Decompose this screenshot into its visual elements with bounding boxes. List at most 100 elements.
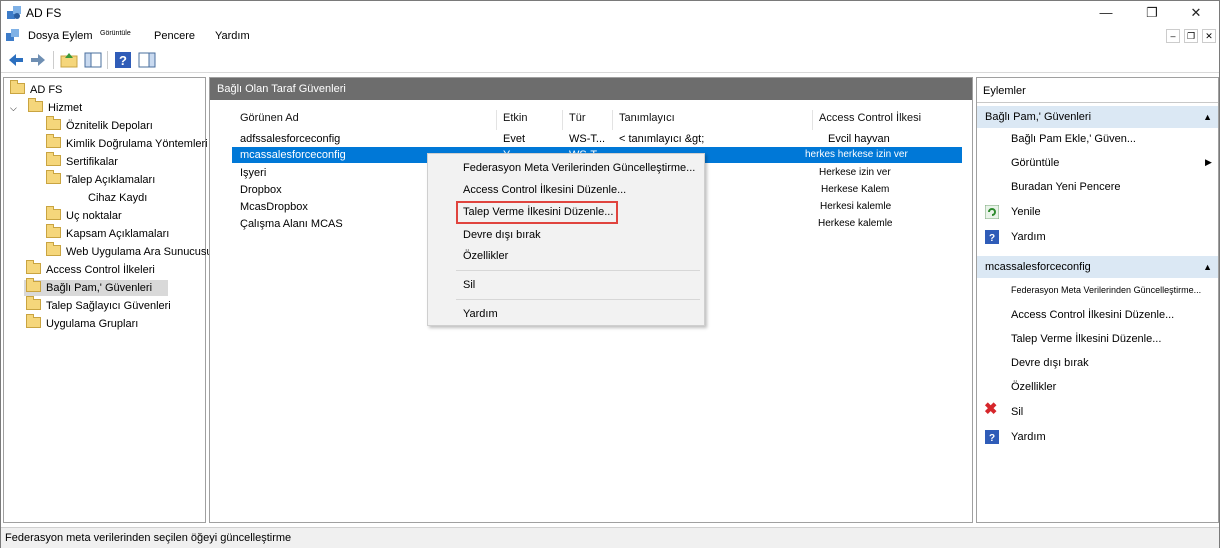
table-row[interactable]: adfssalesforceconfig Evet WS-T... < tanı… (232, 131, 962, 147)
action-view[interactable]: Görüntüle (1011, 157, 1059, 169)
menu-window[interactable]: Pencere (154, 30, 195, 42)
tree-item-app-groups[interactable]: Uygulama Grupları (26, 314, 138, 332)
tree-item-cp-trusts[interactable]: Talep Sağlayıcı Güvenleri (26, 296, 171, 314)
tree-label: Web Uygulama Ara Sunucusu (66, 246, 213, 258)
ctx-disable[interactable]: Devre dışı bırak (463, 229, 541, 241)
forward-arrow-icon[interactable] (28, 50, 48, 70)
menu-view[interactable]: Görüntüle (100, 30, 131, 37)
tree-item-service[interactable]: ⌵ Hizmet (10, 98, 82, 116)
up-folder-icon[interactable] (59, 50, 79, 70)
mdi-restore-icon[interactable]: ❐ (1184, 29, 1198, 43)
action-delete[interactable]: Sil (1011, 406, 1023, 418)
cell-policy: Herkese izin ver (819, 167, 891, 178)
status-text: Federasyon meta verilerinden seçilen öğe… (5, 532, 292, 544)
action-new-window[interactable]: Buradan Yeni Pencere (1011, 181, 1120, 193)
show-hide-tree-icon[interactable] (83, 50, 103, 70)
ctx-update-federation[interactable]: Federasyon Meta Verilerinden Güncelleşti… (463, 162, 695, 174)
tree-item-claim-descriptions[interactable]: Talep Açıklamaları (46, 170, 155, 188)
tree-item-rp-trusts[interactable]: Bağlı Pam,' Güvenleri (24, 278, 168, 296)
column-display-name[interactable]: Görünen Ad (240, 112, 299, 124)
action-properties[interactable]: Özellikler (1011, 381, 1056, 393)
column-type[interactable]: Tür (569, 112, 586, 124)
folder-icon (46, 116, 61, 130)
close-button[interactable]: ✕ (1173, 1, 1219, 25)
ctx-properties[interactable]: Özellikler (463, 250, 508, 262)
action-help[interactable]: Yardım (1011, 231, 1046, 243)
column-enabled[interactable]: Etkin (503, 112, 527, 124)
folder-icon (46, 134, 61, 148)
help-icon: ? (985, 230, 999, 244)
tree-item-adfs[interactable]: AD FS (10, 80, 62, 98)
chevron-down-icon[interactable]: ⌵ (10, 100, 22, 116)
tree-label: Uç noktalar (66, 210, 122, 222)
action-update-federation[interactable]: Federasyon Meta Verilerinden Güncelleşti… (1011, 285, 1201, 295)
actions-section-selected[interactable]: mcassalesforceconfig ▲ (977, 256, 1218, 278)
tree-item-scope-descriptions[interactable]: Kapsam Açıklamaları (46, 224, 170, 242)
ctx-edit-access-control[interactable]: Access Control İlkesini Düzenle... (463, 184, 626, 196)
column-policy[interactable]: Access Control İlkesi (819, 112, 921, 124)
folder-icon (26, 260, 41, 274)
mdi-close-icon[interactable]: ✕ (1202, 29, 1216, 43)
cell-identifier: < tanımlayıcı &gt; (619, 133, 705, 145)
ctx-delete[interactable]: Sil (463, 279, 475, 291)
help-icon[interactable]: ? (113, 50, 133, 70)
actions-section-rp-trusts[interactable]: Bağlı Pam,' Güvenleri ▲ (977, 106, 1218, 128)
action-edit-access-control[interactable]: Access Control İlkesini Düzenle... (1011, 309, 1174, 321)
window-title: AD FS (26, 6, 62, 20)
action-help[interactable]: Yardım (1011, 431, 1046, 443)
column-separator (562, 110, 563, 130)
action-disable[interactable]: Devre dışı bırak (1011, 357, 1089, 369)
tree-label: Talep Sağlayıcı Güvenleri (46, 300, 171, 312)
tree-item-certificates[interactable]: Sertifikalar (46, 152, 118, 170)
tree-label: Kapsam Açıklamaları (66, 228, 170, 240)
ctx-help[interactable]: Yardım (463, 308, 498, 320)
collapse-up-icon[interactable]: ▲ (1203, 106, 1212, 128)
delete-x-icon: ✖ (984, 401, 998, 418)
refresh-icon (985, 205, 999, 219)
console-tree: AD FS ⌵ Hizmet Öznitelik Depoları Kimlik … (3, 77, 213, 523)
action-refresh[interactable]: Yenile (1011, 206, 1041, 218)
tree-label: Kimlik Doğrulama Yöntemleri (66, 138, 208, 150)
menu-help[interactable]: Yardım (215, 30, 250, 42)
folder-icon (28, 98, 43, 112)
mdi-minimize-icon[interactable]: – (1166, 29, 1180, 43)
cell-name: Dropbox (240, 184, 282, 196)
column-identifier[interactable]: Tanımlayıcı (619, 112, 675, 124)
cell-policy: herkes herkese izin ver (805, 149, 908, 160)
menu-file[interactable]: Dosya (28, 30, 59, 42)
show-hide-action-pane-icon[interactable] (137, 50, 157, 70)
folder-icon (26, 314, 41, 328)
tree-label: Öznitelik Depoları (66, 120, 153, 132)
tree-item-device-registration[interactable]: Cihaz Kaydı (88, 190, 147, 206)
folder-icon (46, 206, 61, 220)
action-edit-claim-policy[interactable]: Talep Verme İlkesini Düzenle... (1011, 333, 1161, 345)
cell-name: McasDropbox (240, 201, 308, 213)
context-menu: Federasyon Meta Verilerinden Güncelleşti… (427, 153, 705, 326)
back-arrow-icon[interactable] (6, 50, 26, 70)
toolbar: ? (1, 47, 1219, 73)
tree-item-attribute-stores[interactable]: Öznitelik Depoları (46, 116, 153, 134)
adfs-app-icon (7, 6, 21, 19)
ctx-separator (456, 299, 700, 300)
tree-item-auth-methods[interactable]: Kimlik Doğrulama Yöntemleri (46, 134, 208, 152)
actions-title: Eylemler (983, 85, 1026, 97)
svg-text:?: ? (989, 233, 995, 244)
ctx-separator (456, 270, 700, 271)
cell-type: WS-T... (569, 133, 606, 145)
tree-item-access-control[interactable]: Access Control İlkeleri (26, 260, 155, 278)
tree-item-endpoints[interactable]: Uç noktalar (46, 206, 122, 224)
minimize-button[interactable]: — (1083, 1, 1129, 25)
tree-label: Cihaz Kaydı (88, 192, 148, 204)
title-bar: AD FS — ❐ ✕ (1, 1, 1219, 25)
ctx-edit-claim-policy[interactable]: Talep Verme İlkesini Düzenle... (463, 206, 613, 218)
tree-label: Sertifikalar (66, 156, 118, 168)
section-label: mcassalesforceconfig (985, 261, 1091, 273)
folder-icon (10, 80, 25, 94)
maximize-button[interactable]: ❐ (1129, 1, 1175, 25)
cell-name: Çalışma Alanı MCAS (240, 218, 343, 230)
tree-item-web-app-proxy[interactable]: Web Uygulama Ara Sunucusu (46, 242, 213, 260)
results-pane-title: Bağlı Olan Taraf Güvenleri (210, 78, 972, 100)
collapse-up-icon[interactable]: ▲ (1203, 256, 1212, 278)
menu-action[interactable]: Eylem (62, 30, 93, 42)
action-add-rp-trust[interactable]: Bağlı Pam Ekle,' Güven... (1011, 133, 1136, 145)
